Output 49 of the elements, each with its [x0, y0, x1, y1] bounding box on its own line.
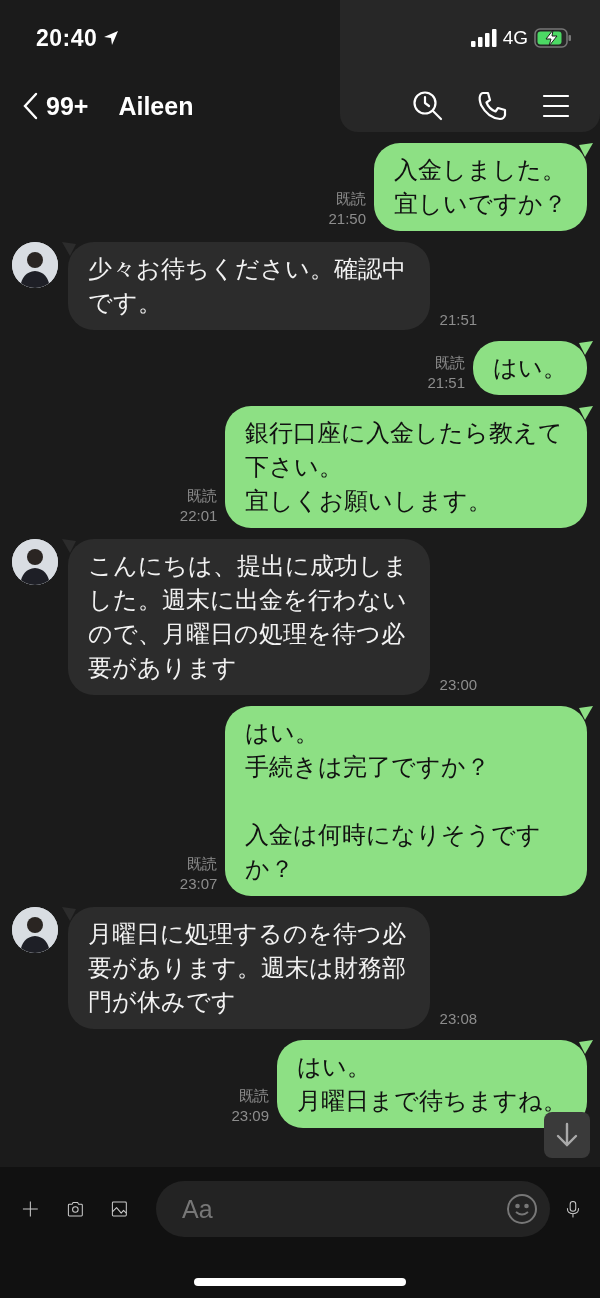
message-time: 21:51 — [439, 311, 478, 328]
emoji-icon[interactable] — [506, 1193, 539, 1225]
message-time: 23:09 — [231, 1106, 269, 1126]
message-input[interactable]: Aa — [180, 1193, 507, 1225]
message-time: 21:50 — [328, 209, 366, 229]
back-button[interactable]: 99+ — [22, 91, 89, 121]
search-icon[interactable] — [412, 90, 444, 122]
read-receipt: 既読 — [186, 854, 218, 874]
bubble-tail-icon — [579, 143, 593, 157]
read-receipt: 既読 — [186, 486, 218, 506]
bubble-tail-icon — [579, 341, 593, 355]
signal-icon — [470, 29, 497, 47]
message-text: 宜しくお願いします。 — [245, 486, 494, 517]
location-arrow-icon — [103, 30, 120, 46]
message-text: こんにちは、提出に成功しました。週末に出金を行わないので、月曜日の処理を待つ必要があります — [88, 551, 409, 684]
message-text: 月曜日まで待ちますね。 — [297, 1086, 567, 1117]
message-text: はい。 — [493, 353, 567, 384]
bubble-tail-icon — [579, 1040, 593, 1054]
arrow-down-icon — [555, 1122, 579, 1148]
message-text: 少々お待ちください。確認中です。 — [88, 254, 407, 319]
avatar[interactable] — [12, 907, 58, 953]
phone-icon[interactable] — [476, 90, 508, 122]
battery-icon — [534, 28, 572, 48]
scroll-down-button[interactable] — [544, 1112, 590, 1158]
avatar[interactable] — [12, 539, 58, 585]
message-time: 21:51 — [427, 373, 465, 393]
status-time: 20:40 — [36, 24, 98, 52]
message-time: 23:08 — [439, 1010, 478, 1027]
bubble-tail-icon — [579, 406, 593, 420]
message-text: はい。 — [245, 718, 321, 749]
message-time: 22:01 — [179, 506, 218, 526]
message-text: はい。 — [297, 1052, 372, 1083]
read-receipt: 既読 — [434, 353, 465, 373]
message-text: 銀行口座に入金したら教えて下さい。 — [245, 418, 565, 483]
bubble-tail-icon — [579, 706, 593, 720]
message-text: 手続きは完了ですか？ — [245, 752, 492, 783]
message-text: 入金は何時になりそうですか？ — [245, 820, 543, 885]
message-time: 23:00 — [439, 676, 478, 693]
message-text: 宜しいですか？ — [394, 189, 567, 220]
network-label: 4G — [502, 27, 528, 49]
read-receipt: 既読 — [335, 189, 366, 209]
chevron-left-icon — [22, 92, 38, 120]
avatar[interactable] — [12, 242, 58, 288]
message-input-field[interactable]: Aa — [156, 1181, 551, 1237]
message-time: 23:07 — [179, 874, 218, 894]
read-receipt: 既読 — [238, 1086, 269, 1106]
message-text: 月曜日に処理するのを待つ必要があります。週末は財務部門が休みです — [88, 919, 407, 1018]
contact-name: Aileen — [118, 91, 194, 121]
message-text: 入金しました。 — [394, 155, 567, 186]
